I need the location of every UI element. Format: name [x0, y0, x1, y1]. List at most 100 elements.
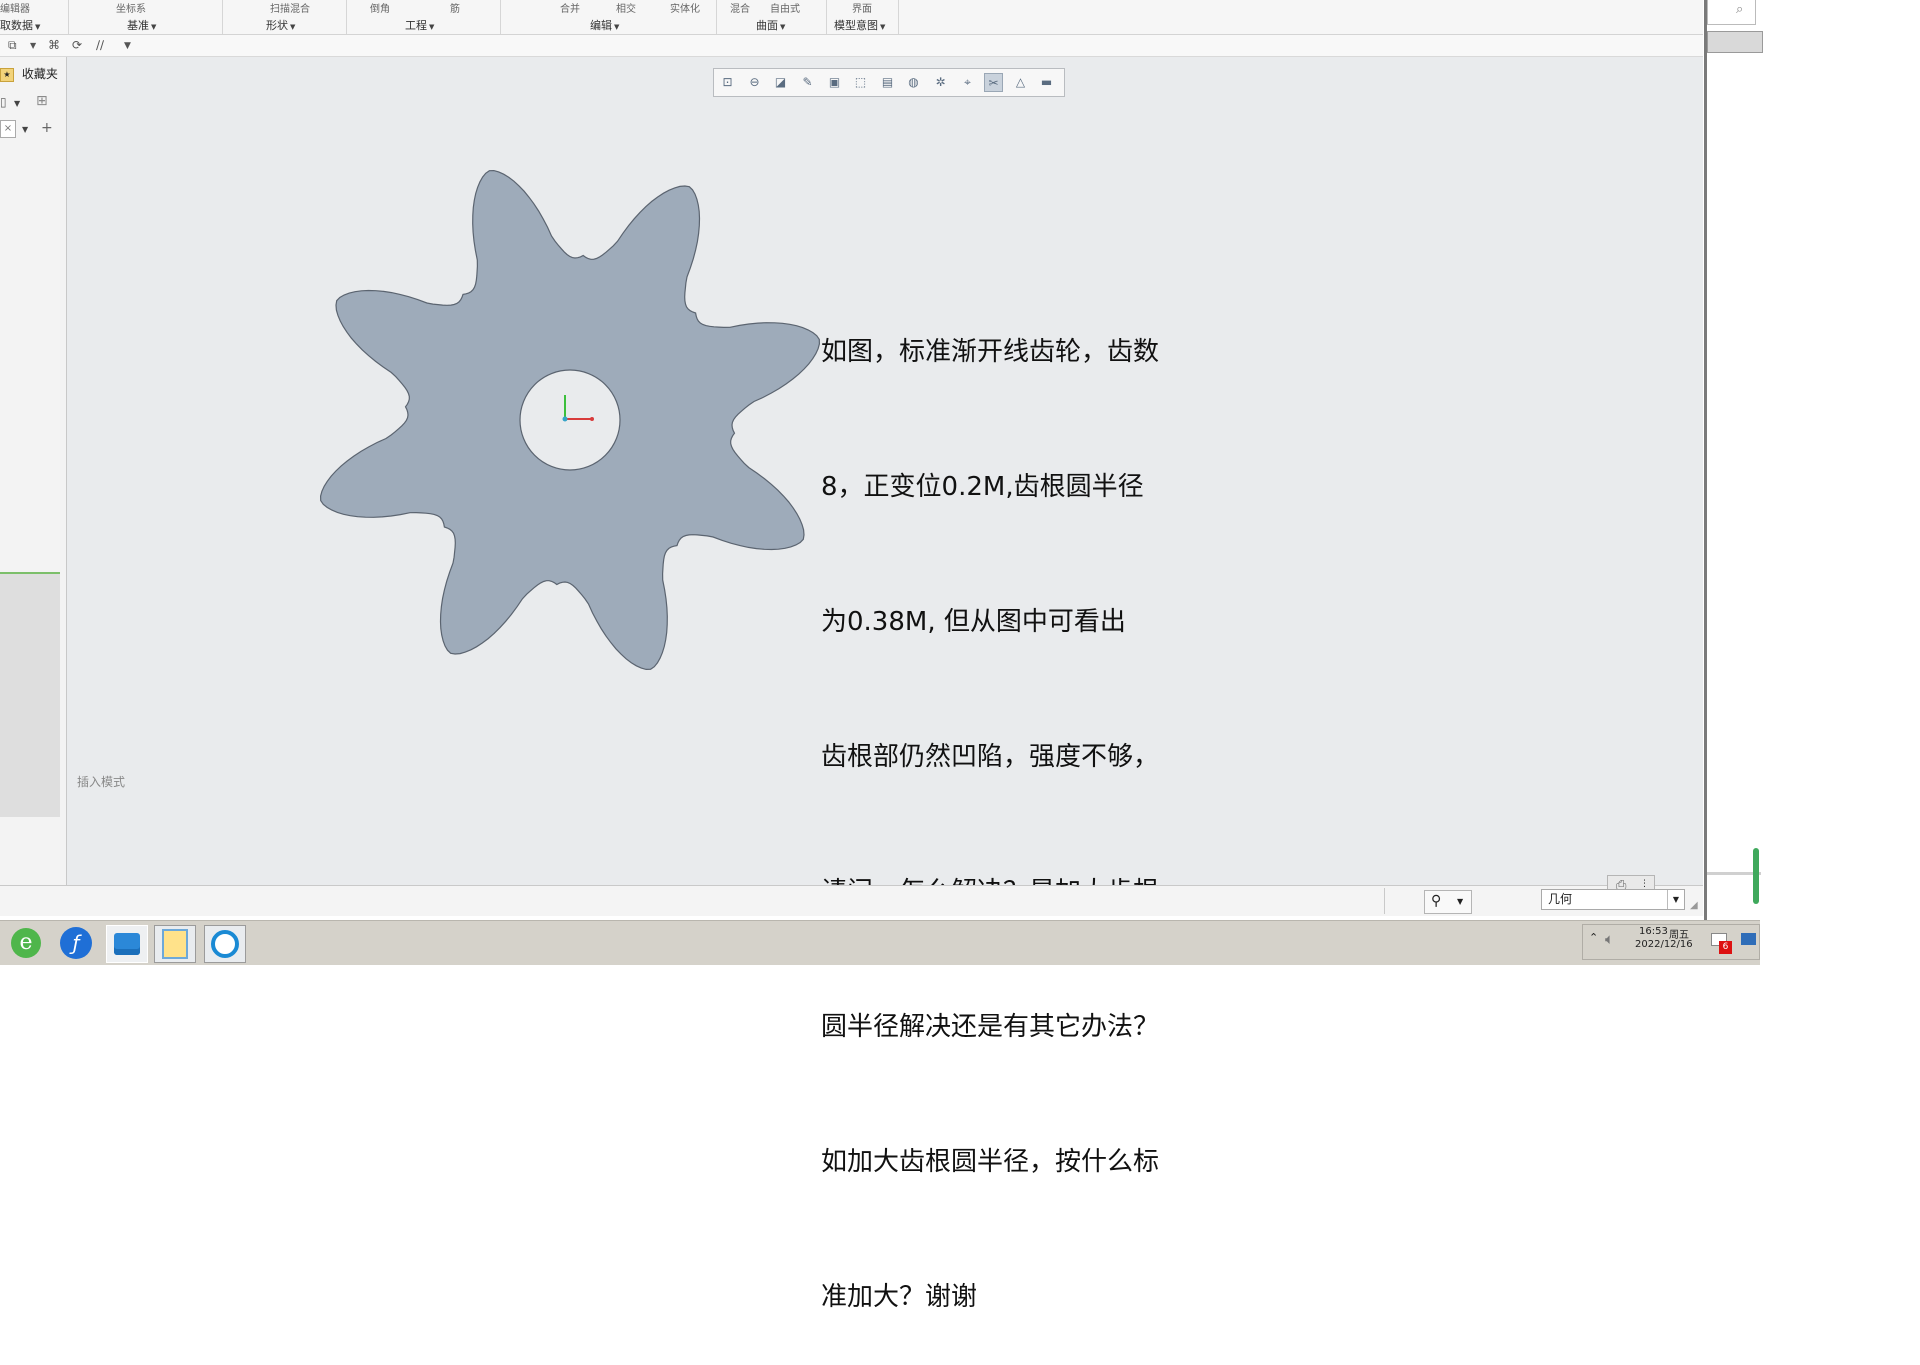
- chevron-down-icon: ▼: [1667, 890, 1684, 909]
- divider: [222, 0, 223, 34]
- selection-filter-value: 几何: [1548, 892, 1573, 906]
- feather-icon: ƒ: [60, 927, 92, 959]
- favorites-header[interactable]: ★ 收藏夹: [0, 65, 58, 82]
- chevron-down-icon: ▼: [429, 23, 435, 31]
- group-model-intent-label: 模型意图: [834, 19, 878, 32]
- resize-grip-icon[interactable]: ◢: [1690, 900, 1698, 911]
- zoom-out-icon[interactable]: ⊖: [745, 73, 764, 92]
- ribbon-item-coordinate-system[interactable]: 坐标系: [116, 0, 146, 15]
- left-detail-pane: [0, 572, 60, 817]
- chevron-down-icon[interactable]: ▼: [30, 41, 36, 50]
- view-toolbar: ⊡ ⊖ ◪ ✎ ▣ ⬚ ▤ ◍ ✲ ⌖ ✂ △ ▬: [713, 68, 1065, 97]
- repaint-icon[interactable]: ✎: [798, 73, 817, 92]
- refresh-icon[interactable]: ⟳: [72, 38, 82, 52]
- divider: [500, 0, 501, 34]
- chevron-down-icon[interactable]: ▼: [22, 125, 28, 134]
- group-get-data[interactable]: 取数据 ▼: [0, 17, 40, 33]
- question-line: 为0.38M, 但从图中可看出: [821, 607, 1126, 637]
- quick-access-toolbar: ⧉ ▼ ⌘ ⟳ ∕∕ ▼: [0, 35, 1703, 57]
- ribbon-item-freestyle[interactable]: 自由式: [770, 0, 800, 15]
- gear-model[interactable]: [300, 150, 840, 690]
- taskbar-app-creo[interactable]: [204, 925, 246, 963]
- perspective-icon[interactable]: ◍: [904, 73, 923, 92]
- chevron-down-icon: ▼: [151, 23, 157, 31]
- notepad-icon: [162, 929, 188, 959]
- refit-icon[interactable]: ⊡: [718, 73, 737, 92]
- group-datum-label: 基准: [127, 19, 149, 32]
- show-desktop-icon[interactable]: [1741, 933, 1756, 945]
- taskbar-app-explorer[interactable]: [106, 925, 148, 963]
- chevron-down-icon: ▼: [290, 23, 296, 31]
- chevron-down-icon[interactable]: ▼: [14, 99, 20, 108]
- sketch-display-icon[interactable]: ▬: [1037, 73, 1056, 92]
- show-hidden-icons-icon[interactable]: ⌃: [1589, 931, 1598, 944]
- ribbon-item-editor[interactable]: 编辑器: [0, 0, 30, 15]
- tree-filter-icon[interactable]: ⊞: [36, 93, 48, 109]
- taskbar: e ƒ: [0, 920, 1760, 965]
- chevron-down-icon: ▼: [780, 23, 786, 31]
- clock-time[interactable]: 16:53: [1639, 926, 1668, 937]
- volume-icon[interactable]: 🔈︎: [1605, 930, 1614, 948]
- clock-date[interactable]: 2022/12/16: [1635, 939, 1693, 950]
- group-engineering[interactable]: 工程 ▼: [405, 17, 434, 33]
- ribbon-item-intersect[interactable]: 相交: [616, 0, 636, 15]
- annotation-display-icon[interactable]: ✂: [984, 73, 1003, 92]
- folder-icon: [114, 933, 140, 955]
- favorites-label: 收藏夹: [21, 67, 58, 81]
- taskbar-app-notes[interactable]: [154, 925, 196, 963]
- ribbon-item-merge[interactable]: 合并: [560, 0, 580, 15]
- close-icon[interactable]: ×: [0, 120, 16, 138]
- group-datum[interactable]: 基准 ▼: [127, 17, 156, 33]
- ribbon-item-solidify[interactable]: 实体化: [670, 0, 700, 15]
- taskbar-app-ie[interactable]: e: [6, 925, 46, 961]
- status-bar: ⚲ ▼ ⎙ ⋮ ◢: [0, 875, 1703, 916]
- group-engineering-label: 工程: [405, 19, 427, 32]
- creo-icon: [211, 930, 239, 958]
- chevron-down-icon: ▼: [880, 23, 886, 31]
- scrollbar-thumb[interactable]: [1753, 848, 1759, 904]
- page-icon[interactable]: ▯: [0, 95, 7, 109]
- more-icon: ⋮: [1640, 879, 1649, 889]
- ribbon-item-sweep-blend[interactable]: 扫描混合: [270, 0, 310, 15]
- chevron-down-icon: ▼: [614, 23, 620, 31]
- group-shapes[interactable]: 形状 ▼: [266, 17, 295, 33]
- divider: [68, 0, 69, 34]
- selection-filter-dropdown[interactable]: 几何 ▼: [1541, 889, 1685, 910]
- display-style-icon[interactable]: ▣: [825, 73, 844, 92]
- plane-icon[interactable]: ∕∕: [96, 38, 104, 52]
- datum-display-icon[interactable]: ✲: [931, 73, 950, 92]
- group-model-intent[interactable]: 模型意图 ▼: [834, 17, 885, 33]
- star-icon: ★: [0, 67, 14, 82]
- taskbar-app-feather[interactable]: ƒ: [56, 925, 96, 961]
- saved-orientations-icon[interactable]: ⬚: [851, 73, 870, 92]
- group-editing-label: 编辑: [590, 19, 612, 32]
- ribbon-item-chamfer[interactable]: 倒角: [370, 0, 390, 15]
- system-tray: ⌃ 🔈︎ 16:53 周五 2022/12/16 6: [1582, 924, 1760, 960]
- ribbon-item-interface[interactable]: 界面: [852, 0, 872, 15]
- right-window: ⌕: [1704, 0, 1920, 920]
- panel-tab[interactable]: [1707, 31, 1763, 53]
- question-line: 准加大？谢谢: [821, 1282, 978, 1312]
- search-box[interactable]: ⌕: [1707, 0, 1756, 25]
- spin-center-icon[interactable]: ⌖: [958, 73, 977, 92]
- warning-icon[interactable]: △: [1011, 73, 1030, 92]
- group-surfaces-label: 曲面: [756, 19, 778, 32]
- group-editing[interactable]: 编辑 ▼: [590, 17, 619, 33]
- layers-icon[interactable]: ⧉: [8, 38, 17, 53]
- view-manager-icon[interactable]: ▤: [878, 73, 897, 92]
- regenerate-icon[interactable]: ⌘: [48, 38, 60, 52]
- divider: [826, 0, 827, 34]
- group-surfaces[interactable]: 曲面 ▼: [756, 17, 785, 33]
- find-button[interactable]: ⚲ ▼: [1424, 890, 1472, 914]
- question-line: 如加大齿根圆半径，按什么标: [821, 1147, 1160, 1177]
- ribbon-item-rib[interactable]: 筋: [450, 0, 460, 15]
- add-icon[interactable]: +: [41, 120, 53, 136]
- browser-icon: e: [11, 928, 41, 958]
- question-text: 如图，标准渐开线齿轮，齿数 8，正变位0.2M,齿根圆半径 为0.38M, 但从…: [821, 240, 1201, 1365]
- divider: [716, 0, 717, 34]
- zoom-in-icon[interactable]: ◪: [771, 73, 790, 92]
- ribbon-item-blend[interactable]: 混合: [730, 0, 750, 15]
- group-shapes-label: 形状: [266, 19, 288, 32]
- customize-dropdown-icon[interactable]: ▼: [124, 41, 131, 51]
- binoculars-icon: ⚲: [1431, 893, 1442, 909]
